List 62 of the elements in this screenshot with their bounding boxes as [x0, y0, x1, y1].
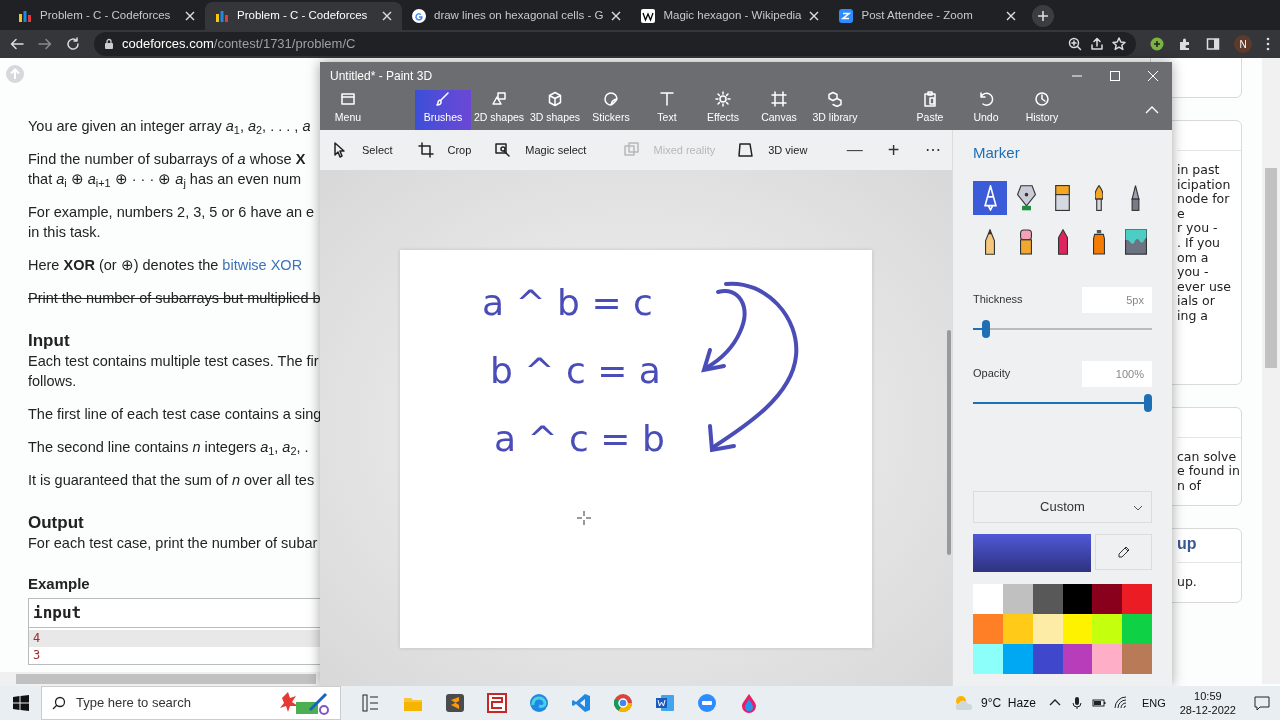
card-text: can solve e found in n of	[1177, 447, 1241, 495]
statement-text: The second line contains n integers a$_{1}$, a$_{2}$, .	[28, 438, 310, 457]
section-heading: Input	[28, 331, 71, 351]
toolbar-tab[interactable]: Effects	[695, 90, 751, 130]
field-label: Opacity	[973, 366, 1011, 382]
toolbar-button[interactable]: Select	[332, 141, 418, 159]
statement-text: Here XOR (or ⊕) denotes the bitwise XOR	[28, 256, 304, 275]
toolbar-tab[interactable]: Paste	[902, 90, 958, 130]
palette-dropdown[interactable]: Custom	[973, 490, 1152, 523]
profile-avatar[interactable]: N	[1234, 35, 1252, 53]
link[interactable]: bitwise XOR	[222, 257, 303, 273]
handwritten-text: a ^ c = b	[494, 417, 665, 461]
weather-text[interactable]: 9°C Haze	[981, 694, 1036, 712]
toolbar-tab[interactable]: Brushes	[415, 90, 471, 130]
more-button[interactable]: ⋯	[913, 138, 952, 162]
toolbar-tab[interactable]: History	[1014, 90, 1070, 130]
browser-tab[interactable]: Problem - C - Codeforces	[205, 2, 402, 30]
window-title: Untitled* - Paint 3D	[330, 68, 433, 85]
url-text: codeforces.com/contest/1731/problem/C	[122, 35, 356, 54]
language-indicator[interactable]: ENG	[1141, 694, 1166, 712]
toolbar-tab[interactable]: Undo	[958, 90, 1014, 130]
statement-text: For example, numbers 2, 3, 5 or 6 have an e in this task.	[28, 203, 316, 242]
handwritten-text: a ^ b = c	[482, 281, 653, 325]
statement-text: For each test case, print the number of subar	[28, 534, 319, 553]
toolbar-tab[interactable]: Text	[639, 90, 695, 130]
card-text: up.	[1177, 573, 1198, 592]
drawing-canvas[interactable]: a ^ b = c b ^ c = a a ^ c = b	[400, 250, 872, 648]
toolbar-tab[interactable]: 3D shapes	[527, 90, 583, 130]
statement-text: Each test contains multiple test cases. The fir follows.	[28, 352, 320, 391]
toolbar-button[interactable]: Magic select	[495, 141, 624, 159]
field-label: Thickness	[973, 292, 1023, 308]
toolbar-button[interactable]: 3D view	[738, 141, 836, 159]
address-bar[interactable]: codeforces.com/contest/1731/problem/C	[94, 32, 1136, 56]
zoom-out-button[interactable]: —	[835, 138, 875, 162]
toolbar-tab[interactable]: 3D library	[807, 90, 863, 130]
toolbar-tab[interactable]: 2D shapes	[471, 90, 527, 130]
search-field[interactable]: Type here to search	[41, 686, 341, 720]
statement-text: You are given an integer array a$_{1}$, a$_{2}$, . . . , a	[28, 117, 312, 136]
example-heading: Example	[28, 574, 91, 594]
toolbar-button[interactable]: Crop	[417, 141, 496, 159]
browser-tab[interactable]: Post Attendee - Zoom	[829, 2, 1027, 30]
handwritten-text: b ^ c = a	[490, 349, 661, 393]
zoom-in-button[interactable]: +	[874, 135, 914, 165]
browser-tab[interactable]: Magic hexagon - Wikipedia	[631, 2, 830, 30]
toolbar-tab[interactable]: Stickers	[583, 90, 639, 130]
clock-time: 10:59	[1194, 689, 1222, 703]
toolbar-tab[interactable]: Menu	[320, 90, 376, 130]
statement-text: The first line of each test case contains a sing	[28, 405, 320, 424]
browser-tab[interactable]: Problem - C - Codeforces	[8, 2, 205, 30]
search-placeholder: Type here to search	[76, 694, 191, 713]
value-field[interactable]: 100%	[1082, 360, 1152, 387]
statement-text: Print the number of subarrays but multiplied b	[28, 289, 320, 308]
card-text: in past icipation node for e r you - . If you om a you - ever use ials or ing a	[1177, 161, 1233, 325]
toolbar-tab[interactable]: Canvas	[751, 90, 807, 130]
panel-title: Marker	[973, 143, 1021, 163]
statement-text: Find the number of subarrays of a whose X that a$_{i}$ ⊕ a$_{i+1}$ ⊕ · · · ⊕ a$_{j}$ has an even num	[28, 150, 307, 189]
card-heading: up	[1177, 529, 1241, 564]
clock-date: 28-12-2022	[1179, 703, 1236, 717]
section-heading: Output	[28, 513, 85, 533]
browser-tab[interactable]: draw lines on hexagonal cells - G	[402, 2, 632, 30]
statement-text: It is guaranteed that the sum of n over all tes	[28, 471, 316, 490]
value-field[interactable]: 5px	[1082, 286, 1152, 313]
